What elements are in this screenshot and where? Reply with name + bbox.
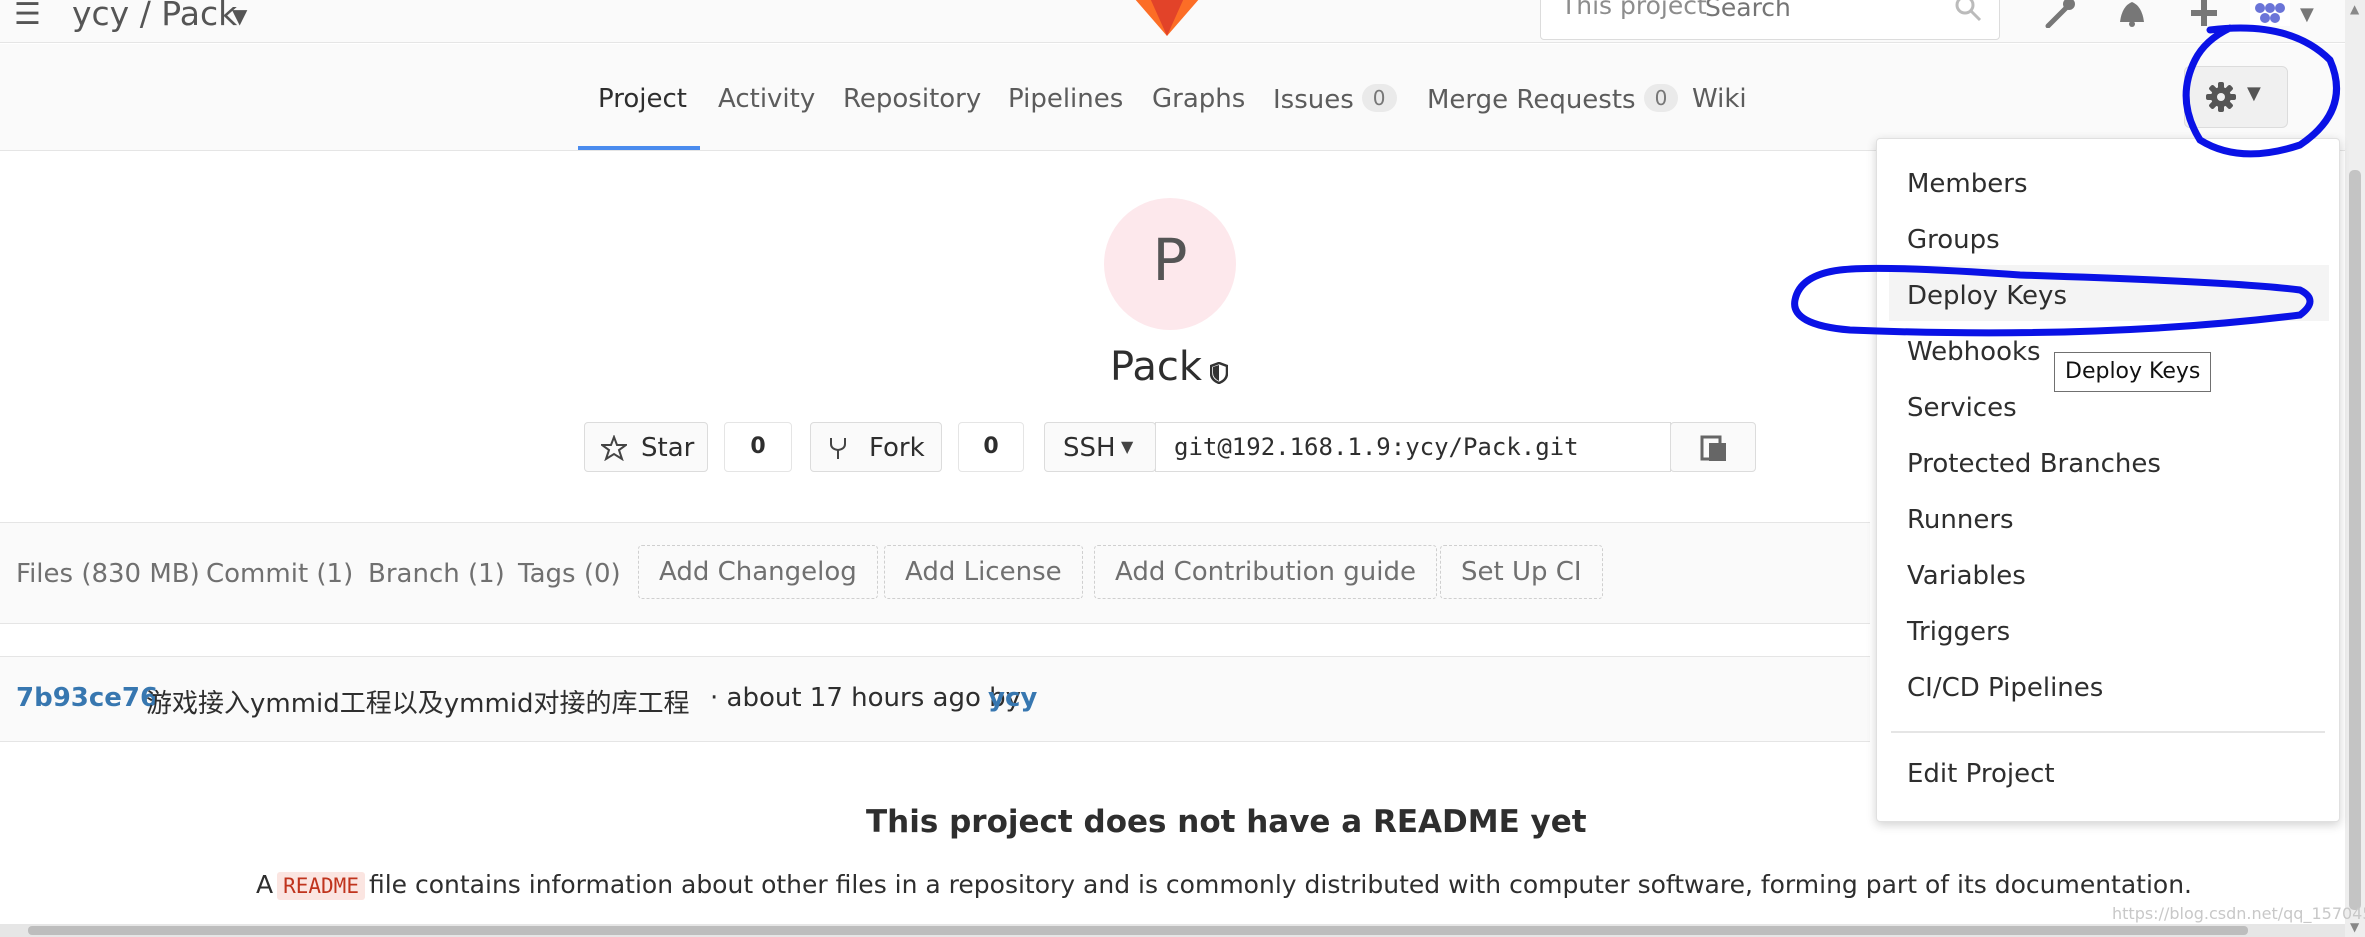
copy-url-button[interactable] [1670,422,1756,472]
protocol-dropdown[interactable]: SSH ▼ [1044,422,1156,472]
tab-merge-requests-label: Merge Requests [1427,85,1636,115]
menu-item-webhooks[interactable]: Webhooks [1907,337,2041,367]
fork-count[interactable]: 0 [958,422,1024,472]
chevron-down-icon[interactable]: ▼ [2300,4,2314,25]
chevron-down-icon: ▼ [2247,83,2261,104]
horizontal-scrollbar[interactable] [0,924,2345,937]
avatar-letter: P [1152,226,1188,294]
menu-item-variables[interactable]: Variables [1907,561,2026,591]
fork-icon [830,438,846,459]
tab-repository[interactable]: Repository [843,84,981,114]
tab-activity[interactable]: Activity [718,84,815,114]
search-box[interactable]: This project [1540,0,2000,40]
menu-item-members[interactable]: Members [1907,169,2028,199]
menu-item-edit-project[interactable]: Edit Project [1907,759,2055,789]
tab-issues[interactable]: Issues 0 [1273,84,1397,115]
search-input[interactable] [1703,0,1917,23]
add-license-button[interactable]: Add License [884,545,1083,599]
readme-desc-prefix: A [256,870,274,899]
readme-desc-suffix: file contains information about other fi… [368,870,2193,899]
menu-item-protected-branches[interactable]: Protected Branches [1907,449,2161,479]
top-header: ☰ ycy / Pack ▼ This project ▼ [0,0,2365,43]
menu-item-services[interactable]: Services [1907,393,2017,423]
project-nav: Project Activity Repository Pipelines Gr… [0,44,2365,151]
fork-label: Fork [869,433,925,463]
gitlab-logo-icon[interactable] [1132,0,1202,38]
last-commit-bar: 7b93ce76 游戏接入ymmid工程以及ymmid对接的库工程 · abou… [0,656,1870,742]
setup-ci-button[interactable]: Set Up CI [1440,545,1603,599]
tab-project[interactable]: Project [598,84,687,114]
hamburger-menu-icon[interactable]: ☰ [14,0,41,30]
vertical-scrollbar-thumb[interactable] [2349,170,2361,910]
clone-url-input[interactable] [1155,422,1671,472]
project-avatar: P [1104,198,1236,330]
watermark: https://blog.csdn.net/qq_15704511 [2112,904,2365,923]
tab-pipelines[interactable]: Pipelines [1008,84,1123,114]
star-count[interactable]: 0 [724,422,792,472]
menu-item-deploy-keys[interactable]: Deploy Keys [1907,281,2067,311]
commit-time: · about 17 hours ago by [710,683,1022,713]
scroll-up-arrow-icon[interactable]: ▲ [2350,2,2359,16]
search-icon[interactable] [1953,0,1983,23]
protocol-label: SSH [1063,433,1116,463]
files-stat[interactable]: Files (830 MB) [16,559,200,589]
bell-icon[interactable] [2114,0,2150,28]
settings-dropdown-menu: Members Groups Deploy Keys Webhooks Serv… [1876,138,2340,822]
search-scope-label[interactable]: This project [1561,0,1707,20]
wrench-icon[interactable] [2042,0,2078,28]
active-tab-underline [578,146,700,150]
plus-icon[interactable] [2188,0,2220,28]
chevron-down-icon[interactable]: ▼ [232,4,247,28]
readme-code-token: README [277,872,365,900]
tab-merge-requests[interactable]: Merge Requests 0 [1427,84,1679,115]
clipboard-icon [1700,435,1726,461]
commit-sha-link[interactable]: 7b93ce76 [16,683,158,713]
star-label: Star [641,433,695,463]
breadcrumb[interactable]: ycy / Pack [72,0,237,33]
menu-item-runners[interactable]: Runners [1907,505,2014,535]
shield-icon [1210,362,1228,384]
menu-item-groups[interactable]: Groups [1907,225,2000,255]
tab-issues-label: Issues [1273,85,1354,115]
branches-stat[interactable]: Branch (1) [368,559,505,589]
readme-empty-description: A README file contains information about o… [256,870,2192,900]
chevron-down-icon: ▼ [1121,437,1134,456]
star-icon [601,435,627,461]
horizontal-scrollbar-thumb[interactable] [28,926,2248,935]
add-contribution-button[interactable]: Add Contribution guide [1094,545,1438,599]
project-title: Pack [1110,344,1202,390]
commit-author-link[interactable]: ycy [988,683,1037,713]
commit-message[interactable]: 游戏接入ymmid工程以及ymmid对接的库工程 [146,683,690,720]
tags-stat[interactable]: Tags (0) [518,559,621,589]
gear-icon [2206,82,2236,112]
merge-requests-count-badge: 0 [1643,84,1679,112]
settings-dropdown-button[interactable]: ▼ [2184,66,2288,128]
tab-wiki[interactable]: Wiki [1692,84,1747,114]
add-changelog-button[interactable]: Add Changelog [638,545,878,599]
commits-stat[interactable]: Commit (1) [206,559,353,589]
readme-empty-title: This project does not have a README yet [866,804,1587,840]
menu-divider [1891,731,2325,733]
menu-item-cicd-pipelines[interactable]: CI/CD Pipelines [1907,673,2103,703]
menu-item-triggers[interactable]: Triggers [1907,617,2010,647]
fork-button[interactable]: Fork [810,422,942,472]
issues-count-badge: 0 [1361,84,1397,112]
project-stats-bar: Files (830 MB) Commit (1) Branch (1) Tag… [0,522,1870,624]
star-button[interactable]: Star [584,422,708,472]
vertical-scrollbar[interactable]: ▲ ▼ [2345,0,2365,937]
user-avatar-icon[interactable] [2248,0,2292,28]
tab-graphs[interactable]: Graphs [1152,84,1245,114]
deploy-keys-tooltip: Deploy Keys [2054,352,2212,392]
